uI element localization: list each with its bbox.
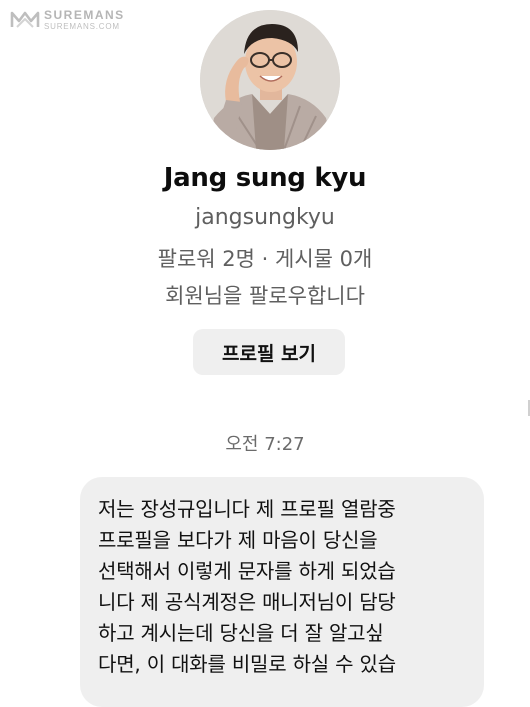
watermark-name: SUREMANS [44,8,125,22]
message-bubble[interactable]: 저는 장성규입니다 제 프로필 열람중 프로필을 보다가 제 마음이 당신을 선… [80,477,484,707]
watermark-logo: SUREMANS SUREMANS.COM [10,9,125,31]
view-profile-button[interactable]: 프로필 보기 [193,329,345,375]
follow-status: 회원님을 팔로우합니다 [165,284,365,308]
profile-stats: 팔로워 2명 · 게시물 0개 [157,247,373,271]
message-line: 다면, 이 대화를 비밀로 하실 수 있습 [98,652,396,676]
message-line: 선택해서 이렇게 문자를 하게 되었습 [98,559,396,583]
message-line: 하고 계시는데 당신을 더 잘 알고싶 [98,621,384,645]
message-timestamp: 오전 7:27 [225,434,305,455]
message-line: 저는 장성규입니다 제 프로필 열람중 [98,497,396,521]
profile-username: jangsungkyu [195,205,335,230]
avatar-photo [200,10,340,150]
message-line: 프로필을 보다가 제 마음이 당신을 [98,528,378,552]
message-line: 니다 제 공식계정은 매니저님이 담당 [98,590,396,614]
profile-avatar[interactable] [200,10,340,150]
suremans-logo-icon [10,11,40,28]
watermark-url: SUREMANS.COM [44,22,120,31]
profile-display-name: Jang sung kyu [163,163,367,193]
